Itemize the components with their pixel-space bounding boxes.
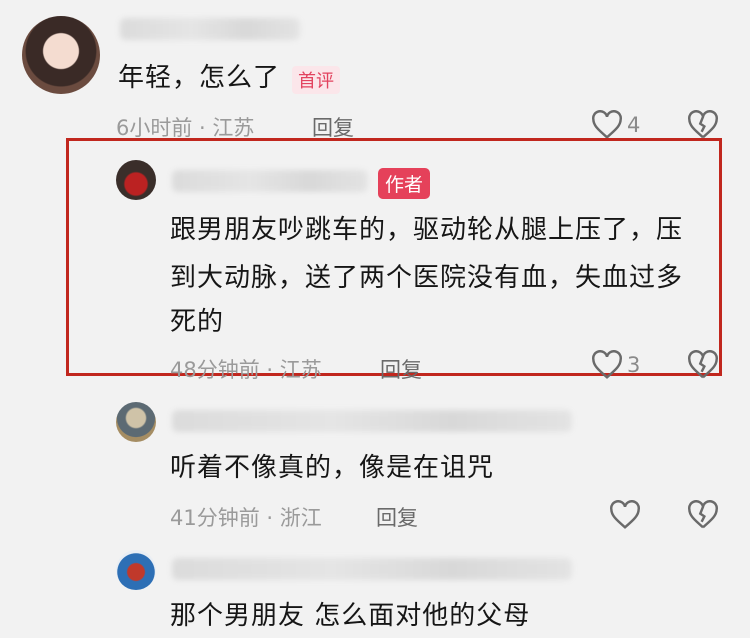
comment-text-line-2: 到大动脉，送了两个医院没有血，失血过多 [170,263,684,293]
heart-icon[interactable] [590,350,624,380]
avatar[interactable] [116,550,156,590]
comment-text: 听着不像真的，像是在诅咒 [170,453,495,483]
heart-icon[interactable] [608,500,642,530]
dislike-icon[interactable] [686,350,720,380]
first-comment-badge: 首评 [292,66,340,94]
blurred-username[interactable] [172,170,368,192]
comment-meta: 41分钟前 · 浙江 [170,506,322,530]
dislike-icon[interactable] [686,110,720,140]
avatar[interactable] [22,16,100,94]
dislike-icon[interactable] [686,500,720,530]
comment-item: 年轻，怎么了 首评 6小时前 · 江苏 回复 4 [0,0,750,140]
reply-button[interactable]: 回复 [380,354,422,384]
avatar[interactable] [116,402,156,442]
author-badge: 作者 [378,168,431,199]
comment-item: 听着不像真的，像是在诅咒 41分钟前 · 浙江 回复 [0,390,750,540]
comment-text-line-3: 死的 [170,307,225,337]
comment-text: 那个男朋友 怎么面对他的父母 [170,601,531,631]
blurred-username[interactable] [120,18,300,40]
avatar[interactable] [116,160,156,200]
reply-button[interactable]: 回复 [376,502,418,532]
heart-icon[interactable] [590,110,624,140]
comment-meta: 48分钟前 · 江苏 [170,358,322,382]
comment-item: 那个男朋友 怎么面对他的父母 [0,540,750,632]
blurred-username[interactable] [172,558,572,580]
comment-item: 作者 跟男朋友吵跳车的，驱动轮从腿上压了，压 到大动脉，送了两个医院没有血，失血… [0,140,750,382]
like-count: 3 [627,353,641,377]
like-count: 4 [627,113,641,137]
comment-text-line-1: 跟男朋友吵跳车的，驱动轮从腿上压了，压 [170,215,684,245]
blurred-username[interactable] [172,410,572,432]
comment-text: 年轻，怎么了 [118,63,281,93]
